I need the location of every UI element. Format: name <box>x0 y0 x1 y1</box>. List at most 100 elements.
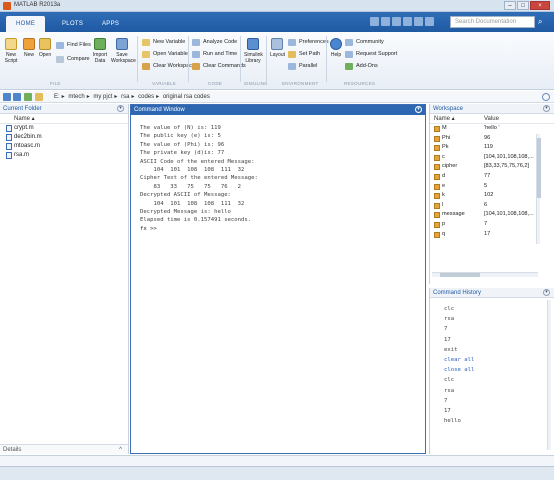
matlab-logo-icon <box>3 2 11 10</box>
tab-plots[interactable]: PLOTS <box>52 16 93 32</box>
history-item[interactable]: 17 <box>444 335 554 345</box>
preferences-button[interactable]: Preferences <box>288 38 329 47</box>
clear-workspace-icon <box>142 63 150 70</box>
file-item[interactable]: dec2bin.m <box>0 133 128 142</box>
breadcrumb-item[interactable]: original rsa codes <box>163 94 210 100</box>
file-item[interactable]: rsa.m <box>0 151 128 160</box>
minimize-button[interactable]: – <box>504 1 516 10</box>
history-item[interactable]: clc <box>444 304 554 314</box>
history-item[interactable]: exit <box>444 345 554 355</box>
run-and-time-icon <box>192 51 200 58</box>
output-line: The value of (N) is: 119 <box>140 125 221 131</box>
toolstrip-tabs: HOME PLOTS APPS Search Documentation ⌕ <box>0 12 554 32</box>
breadcrumb-item[interactable]: my pjct <box>93 94 112 100</box>
open-button[interactable]: Open <box>38 38 52 58</box>
value-column-header[interactable]: Value <box>484 114 499 124</box>
forward-icon[interactable] <box>13 93 21 101</box>
set-path-button[interactable]: Set Path <box>288 50 320 59</box>
file-item[interactable]: crypt.m <box>0 124 128 133</box>
new-variable-button[interactable]: New Variable <box>142 38 185 47</box>
simulink-library-button[interactable]: Simulink Library <box>244 38 263 64</box>
new-button[interactable]: New <box>22 38 36 58</box>
run-and-time-button[interactable]: Run and Time <box>192 50 237 59</box>
compare-button[interactable]: Compare <box>56 55 90 64</box>
search-documentation-input[interactable]: Search Documentation <box>450 16 535 28</box>
m-file-icon <box>6 125 12 132</box>
analyze-code-button[interactable]: Analyze Code <box>192 38 237 47</box>
cut-icon[interactable] <box>381 17 390 26</box>
undo-icon[interactable] <box>414 17 423 26</box>
back-icon[interactable] <box>3 93 11 101</box>
open-variable-button[interactable]: Open Variable <box>142 50 188 59</box>
history-vertical-scrollbar[interactable] <box>547 300 551 450</box>
history-item[interactable]: 17 <box>444 406 554 416</box>
add-ons-icon <box>345 63 353 70</box>
import-data-button[interactable]: Import Data <box>92 38 108 64</box>
workspace-variable-row[interactable]: M 'hello ' <box>430 124 554 134</box>
save-workspace-icon <box>116 38 128 50</box>
new-script-icon <box>5 38 17 50</box>
search-icon[interactable] <box>542 93 550 101</box>
panel-actions-icon[interactable]: ▾ <box>117 105 124 112</box>
variable-value: [104,101,108,108,... <box>484 211 534 218</box>
save-workspace-button[interactable]: Save Workspace <box>111 38 136 64</box>
find-files-button[interactable]: Find Files <box>56 41 91 50</box>
tab-apps[interactable]: APPS <box>92 16 129 32</box>
maximize-button[interactable]: □ <box>517 1 529 10</box>
tab-home[interactable]: HOME <box>6 16 46 32</box>
name-column-header[interactable]: Name ▴ <box>0 114 128 124</box>
layout-button[interactable]: Layout <box>270 38 285 58</box>
history-item[interactable]: 7 <box>444 396 554 406</box>
command-history-panel: Command History ▾ clc rsa 7 17 exit clear all… <box>429 288 554 454</box>
status-bar <box>0 455 554 466</box>
redo-icon[interactable] <box>425 17 434 26</box>
workspace-horizontal-scrollbar[interactable] <box>432 272 538 277</box>
details-pane-toggle[interactable]: Details ^ <box>0 444 128 454</box>
command-window[interactable]: Command Window ▾ The value of (N) is: 11… <box>130 104 426 454</box>
search-icon[interactable]: ⌕ <box>538 17 548 27</box>
help-button[interactable]: Help <box>330 38 342 58</box>
add-ons-button[interactable]: Add-Ons <box>345 62 378 71</box>
history-item[interactable]: rsa <box>444 314 554 324</box>
variable-value: 'hello ' <box>484 125 500 131</box>
paste-icon[interactable] <box>403 17 412 26</box>
history-item[interactable]: 7 <box>444 324 554 334</box>
history-item[interactable]: clc <box>444 375 554 385</box>
breadcrumb-item[interactable]: rsa <box>121 94 129 100</box>
breadcrumb-item[interactable]: codes <box>138 94 154 100</box>
new-script-button[interactable]: New Script <box>3 38 19 64</box>
section-label-code: CODE <box>208 81 223 86</box>
variable-name: c <box>442 153 445 160</box>
workspace-vertical-scrollbar[interactable] <box>536 134 541 244</box>
save-icon[interactable] <box>370 17 379 26</box>
panel-actions-icon[interactable]: ▾ <box>543 105 550 112</box>
scroll-thumb[interactable] <box>440 273 480 277</box>
scroll-thumb[interactable] <box>537 138 541 198</box>
close-button[interactable]: × <box>530 1 550 10</box>
breadcrumb-item[interactable]: E: <box>54 94 60 100</box>
browse-folder-icon[interactable] <box>35 93 43 101</box>
clear-commands-button[interactable]: Clear Commands <box>192 62 246 71</box>
parallel-button[interactable]: Parallel <box>288 62 317 71</box>
layout-icon <box>271 38 283 50</box>
up-folder-icon[interactable] <box>24 93 32 101</box>
variable-icon <box>434 126 440 132</box>
panel-actions-icon[interactable]: ▾ <box>543 289 550 296</box>
community-button[interactable]: Community <box>345 38 384 47</box>
request-support-icon <box>345 51 353 58</box>
gear-icon <box>288 39 296 46</box>
request-support-button[interactable]: Request Support <box>345 50 397 59</box>
command-prompt[interactable]: fx >> <box>140 225 425 233</box>
ribbon-separator <box>188 36 189 82</box>
history-item[interactable]: clear all <box>444 355 554 365</box>
history-item[interactable]: hello <box>444 416 554 426</box>
file-item[interactable]: mtoasc.m <box>0 142 128 151</box>
workspace-column-headers: Name ▴ Value <box>430 114 554 124</box>
new-variable-icon <box>142 39 150 46</box>
breadcrumb-item[interactable]: mtech <box>68 94 84 100</box>
name-column-header[interactable]: Name ▴ <box>434 114 455 124</box>
copy-icon[interactable] <box>392 17 401 26</box>
panel-actions-icon[interactable]: ▾ <box>415 106 422 113</box>
history-item[interactable]: close all <box>444 365 554 375</box>
history-item[interactable]: rsa <box>444 386 554 396</box>
